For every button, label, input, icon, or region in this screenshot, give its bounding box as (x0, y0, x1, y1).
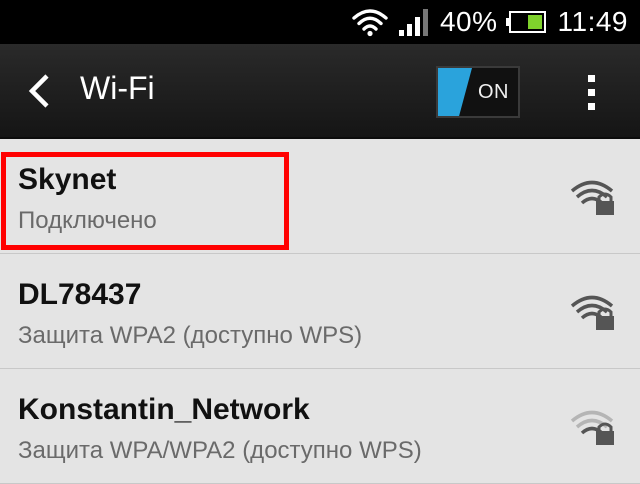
signal-icon (398, 9, 428, 36)
wifi-lock-icon (570, 410, 614, 445)
battery-percent: 40% (439, 6, 498, 37)
status-bar: 40% 11:49 (0, 0, 640, 44)
network-status: Защита WPA/WPA2 (доступно WPS) (18, 437, 422, 464)
back-button[interactable] (14, 66, 64, 116)
network-name: Konstantin_Network (18, 393, 310, 426)
overflow-menu-icon (587, 74, 595, 82)
chevron-left-icon (28, 74, 49, 108)
wifi-lock-icon (570, 295, 614, 330)
toggle-label: ON (478, 81, 509, 103)
wifi-toggle[interactable]: ON (436, 66, 520, 118)
page-title: Wi-Fi (80, 70, 155, 106)
wifi-icon (352, 9, 388, 37)
network-name: DL78437 (18, 278, 142, 311)
clock: 11:49 (557, 6, 628, 37)
network-status: Защита WPA2 (доступно WPS) (18, 322, 363, 349)
overflow-menu-button[interactable] (576, 68, 606, 116)
action-bar: Wi-Fi ON (0, 44, 640, 139)
highlight-box (1, 152, 289, 250)
wifi-settings-screen: 40% 11:49 Wi-Fi ON Skynet Подключено DL7… (0, 0, 640, 484)
battery-icon (505, 11, 546, 33)
toggle-accent (438, 68, 472, 116)
network-item-dl78437[interactable]: DL78437 Защита WPA2 (доступно WPS) (0, 254, 640, 369)
wifi-lock-icon (570, 180, 614, 215)
network-item-konstantin-network[interactable]: Konstantin_Network Защита WPA/WPA2 (дост… (0, 369, 640, 484)
